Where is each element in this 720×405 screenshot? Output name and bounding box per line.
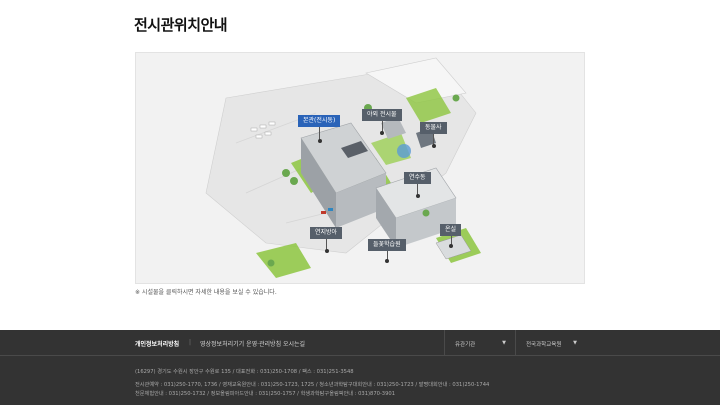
campus-map: 본관(전시동) 야외 전시물 동물사 연수동 연지방아 들꽃학습원 온실: [135, 52, 585, 284]
map-tag-label: 야외 전시물: [367, 111, 397, 118]
page-title: 전시관위치안내: [134, 16, 228, 34]
site-footer: 개인정보처리방침 | 영상정보처리기기 운영·관리방침 | 오시는길 유관기관 …: [0, 330, 720, 405]
map-pin-icon: [324, 239, 329, 253]
science-institutes-select-label: 전국과학교육원: [526, 342, 562, 348]
map-tag-greenhouse[interactable]: 온실: [440, 224, 462, 248]
privacy-policy-link[interactable]: 개인정보처리방침: [135, 339, 179, 348]
footer-link-bar: 개인정보처리방침 | 영상정보처리기기 운영·관리방침 | 오시는길 유관기관 …: [0, 330, 720, 356]
link-separator: |: [189, 339, 192, 346]
directions-link[interactable]: 오시는길: [283, 339, 305, 348]
map-help-note: ※ 시설물을 클릭하시면 자세한 내용을 보실 수 있습니다.: [135, 289, 277, 296]
map-pin-icon: [449, 236, 454, 248]
map-tag-wildflower-garden[interactable]: 들꽃학습원: [368, 239, 406, 263]
campus-illustration: [205, 57, 481, 278]
link-separator: |: [272, 339, 275, 346]
map-tag-zoo[interactable]: 동물사: [420, 122, 447, 148]
map-pin-icon: [380, 121, 385, 135]
related-orgs-select[interactable]: 유관기관 ▼: [444, 330, 514, 356]
map-pin-icon: [431, 134, 436, 148]
map-pin-icon: [415, 184, 420, 198]
map-tag-training-building[interactable]: 연수동: [404, 172, 431, 198]
map-pin-icon: [385, 251, 390, 263]
map-tag-label: 온실: [445, 226, 457, 233]
caret-down-icon: ▼: [573, 340, 577, 346]
map-pin-icon: [317, 127, 322, 143]
caret-down-icon: ▼: [502, 340, 506, 346]
map-tag-label: 연수동: [409, 174, 426, 181]
page: 전시관위치안내 본관(전시동) 야외 전시물 동물사 연수동 연지방아 들꽃학습…: [0, 0, 720, 405]
footer-address: (16297) 경기도 수원시 장안구 수원로 135 / 대표전화 : 031…: [135, 369, 354, 375]
map-tag-label: 연지방아: [315, 229, 338, 236]
map-tag-main-hall[interactable]: 본관(전시동): [298, 115, 341, 143]
map-tag-outdoor-exhibit[interactable]: 야외 전시물: [362, 109, 402, 135]
science-institutes-select[interactable]: 전국과학교육원 ▼: [515, 330, 585, 356]
map-tag-label: 들꽃학습원: [373, 241, 401, 248]
cctv-policy-link[interactable]: 영상정보처리기기 운영·관리방침: [200, 339, 281, 348]
map-tag-label: 본관(전시동): [303, 117, 336, 124]
footer-contacts-line-2: 천문체험안내 : 031)250-1732 / 정보올림피아드안내 : 031)…: [135, 391, 396, 397]
related-orgs-select-label: 유관기관: [455, 342, 476, 348]
footer-contacts-line-1: 전시관예약 : 031)250-1770, 1736 / 영재교육원안내 : 0…: [135, 382, 490, 388]
map-tag-label: 동물사: [425, 124, 442, 131]
map-tag-natural-area[interactable]: 연지방아: [310, 227, 343, 253]
